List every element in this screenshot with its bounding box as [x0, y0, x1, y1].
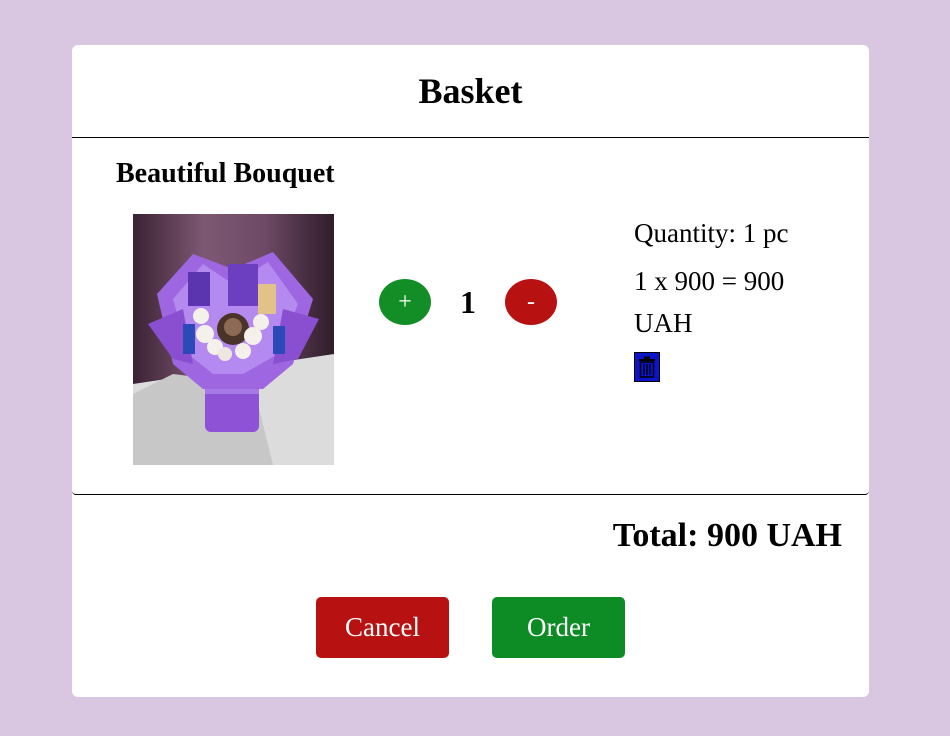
modal-title: Basket: [418, 71, 523, 111]
trash-icon[interactable]: [634, 352, 660, 382]
cancel-button[interactable]: Cancel: [316, 597, 449, 658]
quantity-text: Quantity: 1 pc: [634, 218, 789, 248]
item-title: Beautiful Bouquet: [116, 158, 335, 189]
price-text: 1 x 900 = 900 UAH: [634, 266, 785, 338]
order-button[interactable]: Order: [492, 597, 625, 658]
item-info: Quantity: 1 pc 1 x 900 = 900 UAH: [634, 212, 814, 382]
basket-modal: Basket Beautiful Bouquet + 1 - Quantity:…: [72, 45, 869, 697]
item-count: 1: [460, 283, 476, 320]
total-price: Total: 900 UAH: [612, 517, 842, 554]
increase-button[interactable]: +: [379, 279, 431, 325]
bouquet-image: [133, 214, 334, 465]
modal-actions: Cancel Order: [316, 597, 625, 658]
basket-item: Beautiful Bouquet + 1 - Quantity: 1 pc 1…: [72, 138, 869, 495]
quantity-counter: + 1 -: [379, 279, 557, 325]
decrease-button[interactable]: -: [505, 279, 557, 325]
modal-header: Basket: [72, 45, 869, 138]
